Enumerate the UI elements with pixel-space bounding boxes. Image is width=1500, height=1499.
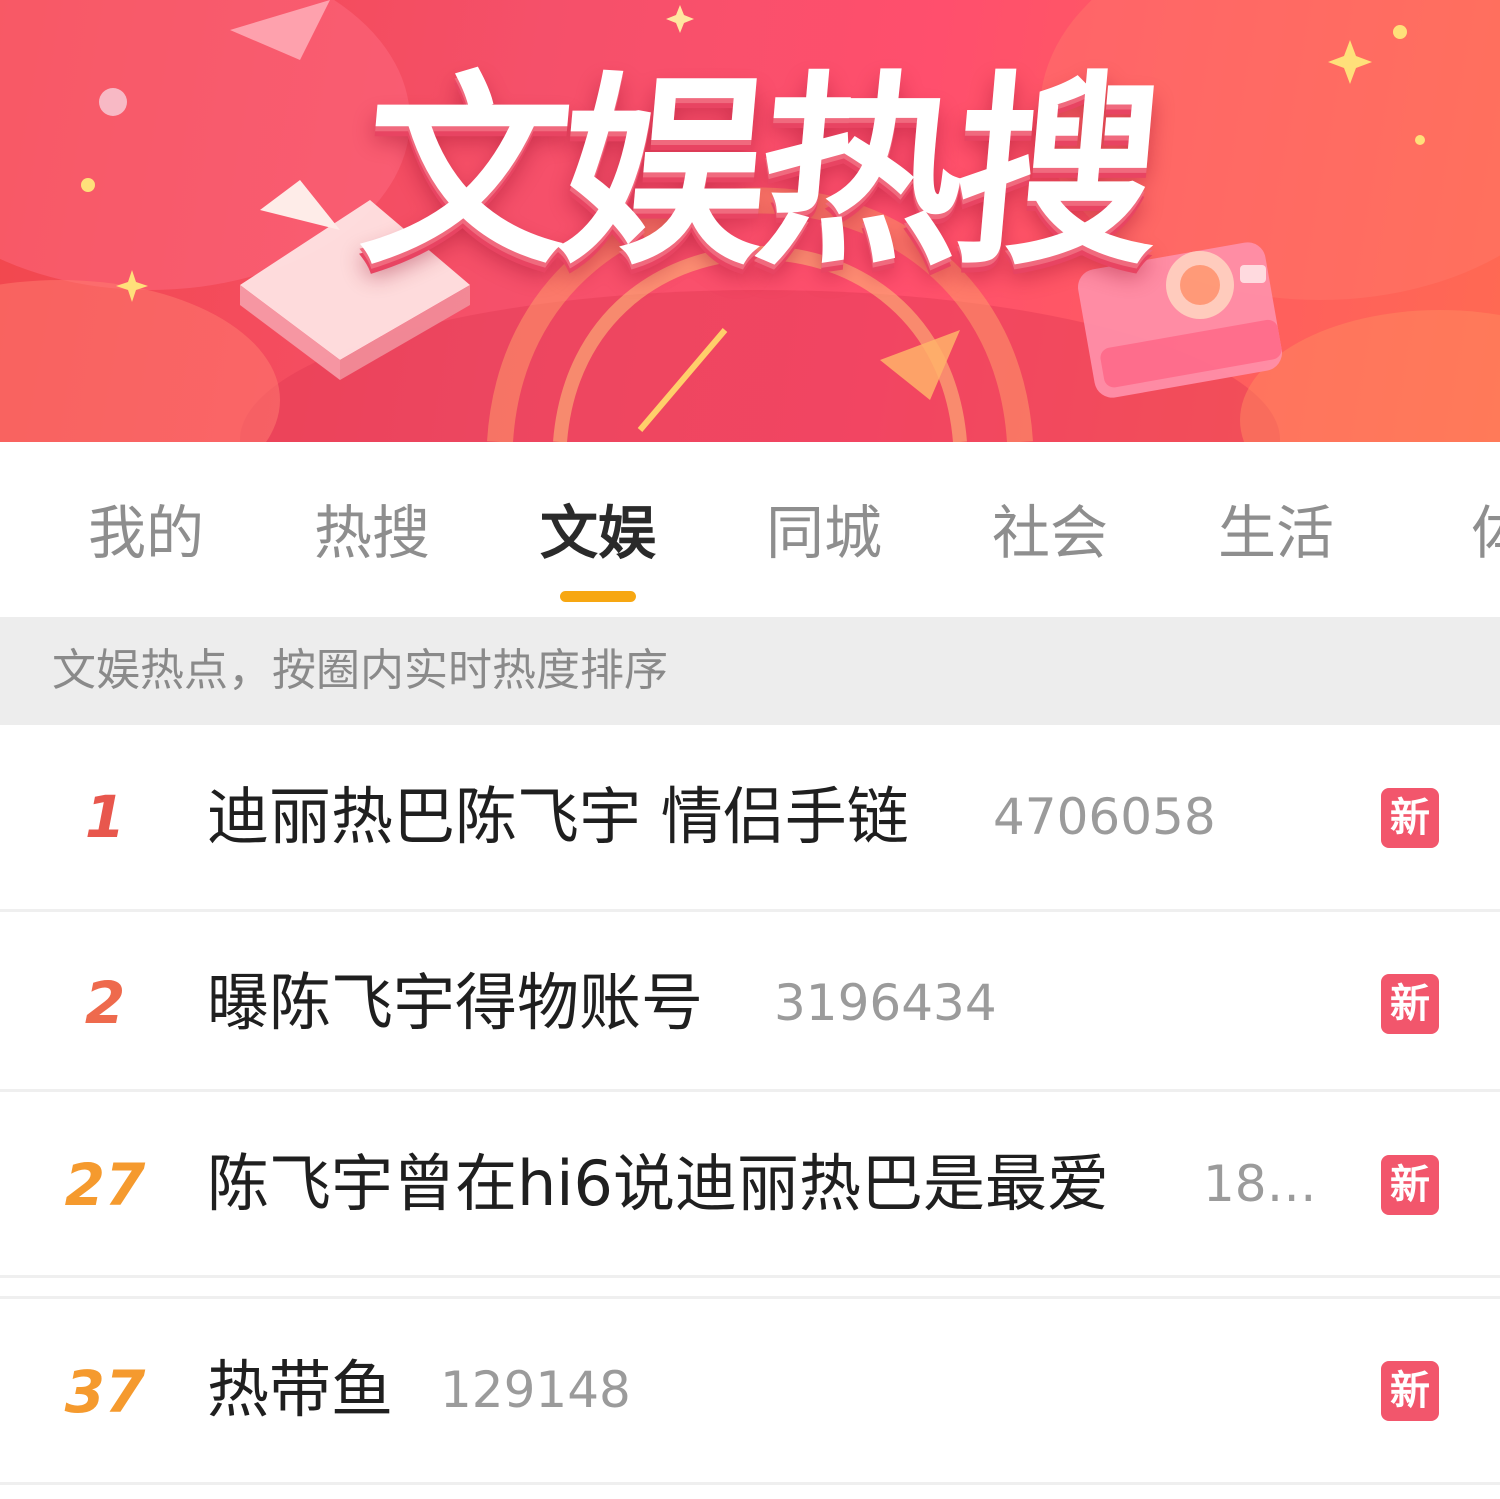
new-badge: 新 — [1381, 1155, 1439, 1215]
hot-search-page: 文娱热搜 我的 热搜 文娱 同城 社会 生活 体 文娱热点，按圈内实时热度排序 … — [0, 0, 1500, 1499]
item-title: 热带鱼 — [207, 1353, 394, 1426]
banner: 文娱热搜 — [0, 0, 1500, 442]
tab-sports[interactable]: 体 — [1400, 498, 1500, 568]
list-item[interactable]: 27 陈飞宇曾在hi6说迪丽热巴是最爱 18… 新 — [0, 1092, 1500, 1276]
tab-life[interactable]: 生活 — [1176, 498, 1376, 568]
heat-value: 3196434 — [774, 974, 997, 1032]
new-badge: 新 — [1381, 974, 1439, 1034]
heat-value: 4706058 — [993, 788, 1216, 846]
tab-society[interactable]: 社会 — [950, 498, 1150, 568]
tab-mine[interactable]: 我的 — [46, 498, 246, 568]
active-tab-indicator — [560, 591, 636, 602]
rank-number: 1 — [84, 783, 126, 851]
tab-entertainment[interactable]: 文娱 — [498, 498, 698, 568]
item-title: 陈飞宇曾在hi6说迪丽热巴是最爱 — [207, 1147, 1109, 1220]
new-badge: 新 — [1381, 788, 1439, 848]
rank-number: 27 — [64, 1151, 146, 1219]
info-text: 文娱热点，按圈内实时热度排序 — [52, 645, 668, 696]
banner-title: 文娱热搜 — [353, 54, 1163, 293]
list-item[interactable]: 1 迪丽热巴陈飞宇 情侣手链 4706058 新 — [0, 725, 1500, 910]
list-item[interactable]: 37 热带鱼 129148 新 — [0, 1299, 1500, 1482]
item-title: 迪丽热巴陈飞宇 情侣手链 — [207, 780, 909, 853]
divider — [0, 1275, 1500, 1278]
rank-number: 37 — [64, 1358, 146, 1426]
rank-number: 2 — [84, 969, 126, 1037]
tab-hot-search[interactable]: 热搜 — [272, 498, 472, 568]
item-title: 曝陈飞宇得物账号 — [207, 966, 704, 1039]
heat-value: 129148 — [440, 1361, 631, 1419]
category-tabs: 我的 热搜 文娱 同城 社会 生活 体 — [0, 442, 1500, 617]
info-strip: 文娱热点，按圈内实时热度排序 — [0, 617, 1500, 725]
heat-value: 18… — [1203, 1155, 1317, 1213]
tab-local[interactable]: 同城 — [724, 498, 924, 568]
list-item[interactable]: 2 曝陈飞宇得物账号 3196434 新 — [0, 912, 1500, 1090]
divider — [0, 1482, 1500, 1485]
new-badge: 新 — [1381, 1361, 1439, 1421]
